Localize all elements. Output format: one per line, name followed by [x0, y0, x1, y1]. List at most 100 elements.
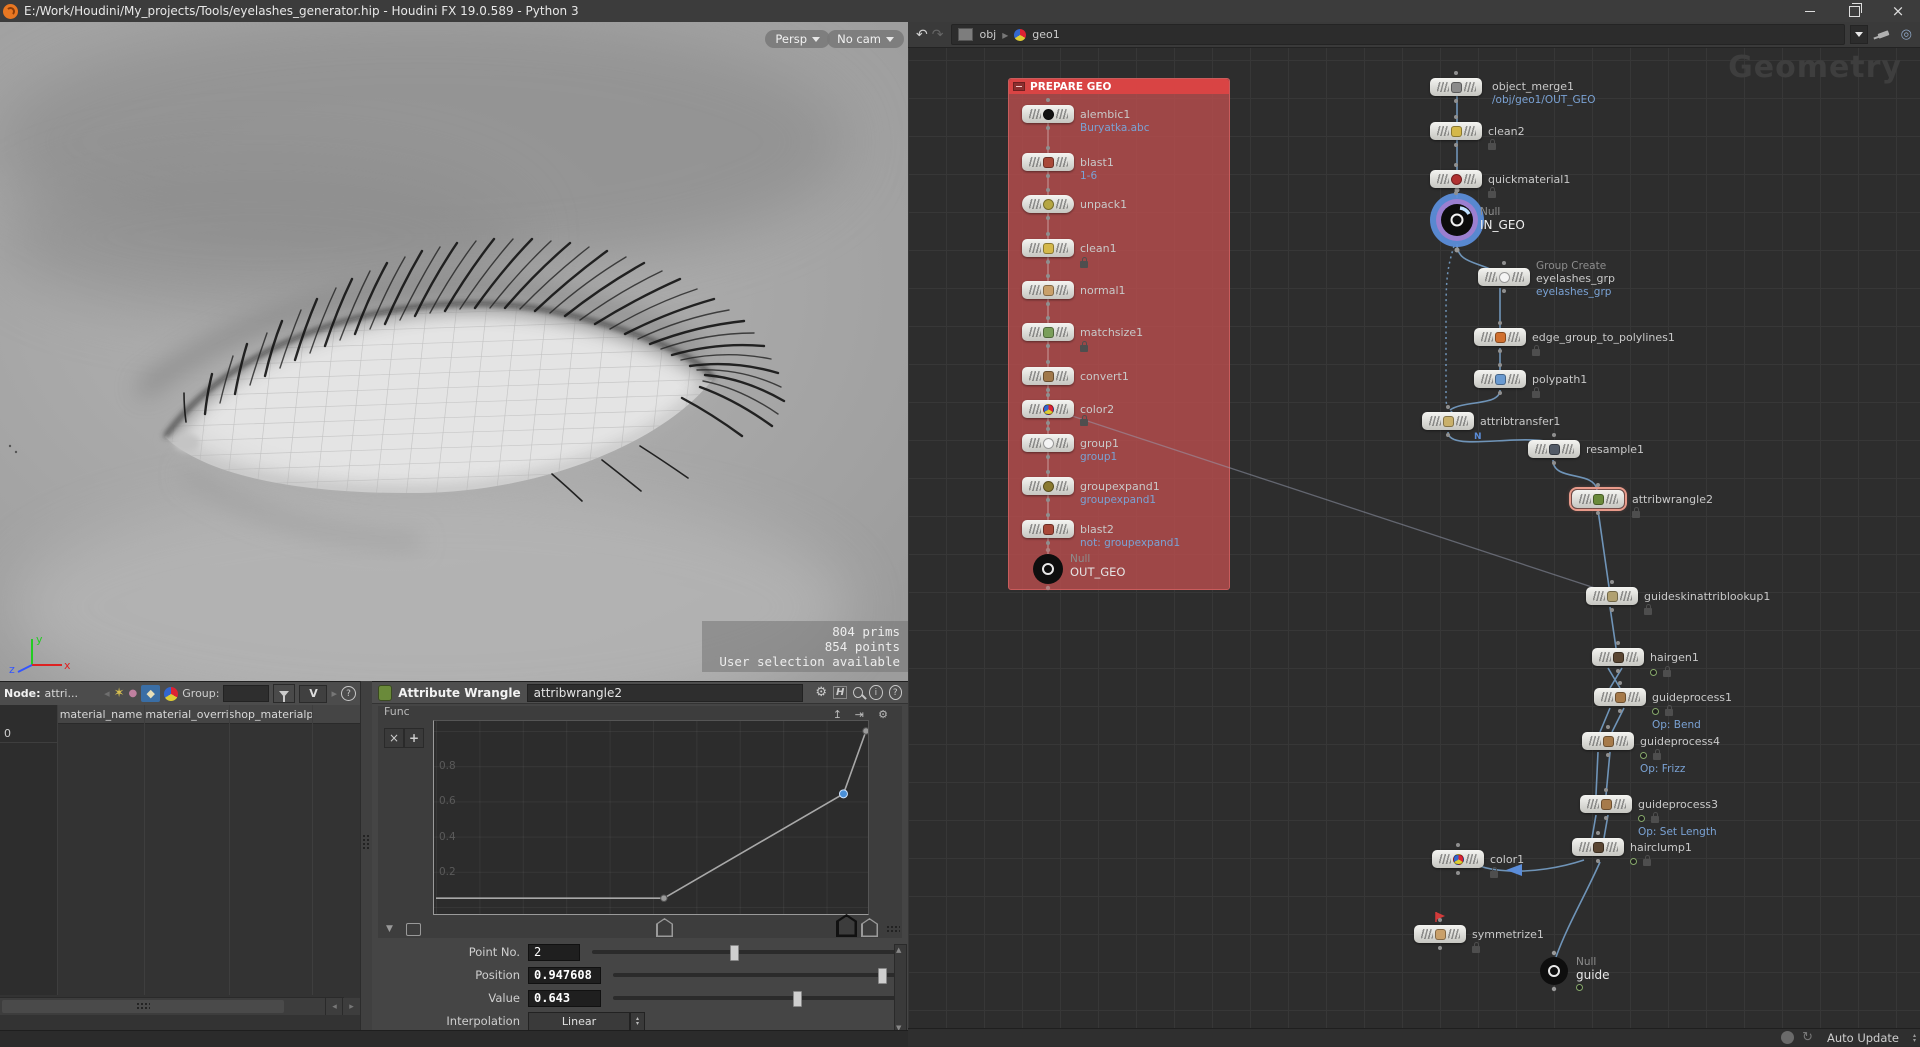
display-dot-icon[interactable] [1640, 752, 1647, 759]
node-guideprocess1[interactable] [1594, 688, 1646, 706]
ramp-collapse-icon[interactable]: ▼ [386, 924, 393, 934]
ramp-preset-icon[interactable] [406, 923, 421, 936]
resize-grip[interactable] [886, 925, 900, 934]
maximize-button[interactable] [1832, 0, 1876, 22]
node-guide[interactable]: guide [1576, 968, 1610, 982]
auto-update-select[interactable]: Auto Update [1821, 1031, 1905, 1045]
node-resample1[interactable] [1528, 440, 1580, 458]
ramp-handle[interactable] [861, 918, 878, 937]
gear-menu-icon[interactable]: ⚙ [815, 685, 827, 700]
perspective-menu-button[interactable]: Persp [765, 30, 830, 48]
group-input[interactable] [223, 685, 269, 702]
forward-icon[interactable]: ↷ [932, 27, 944, 43]
node-groupexpand1[interactable] [1022, 477, 1074, 495]
node-edge-group-to-polylines1[interactable] [1474, 328, 1526, 346]
value-slider[interactable] [613, 996, 898, 1000]
auto-update-spinner[interactable]: ▴▾ [1913, 1033, 1916, 1043]
node-unpack1[interactable] [1022, 195, 1074, 213]
position-input[interactable]: 0.947608 [528, 967, 601, 984]
node-out-geo[interactable]: OUT_GEO [1070, 565, 1125, 579]
interpolation-dropdown[interactable]: Linear [528, 1012, 630, 1031]
node-color2[interactable] [1022, 400, 1074, 418]
node-matchsize1[interactable] [1022, 323, 1074, 341]
interpolation-spinner[interactable]: ▴▾ [630, 1012, 645, 1031]
target-icon[interactable]: ◎ [1901, 27, 1912, 42]
points-mode-icon[interactable]: ✶ [114, 686, 125, 701]
scene-viewport[interactable]: Persp No cam 804 prims 854 points User s… [0, 22, 908, 681]
node-clean2[interactable] [1430, 122, 1482, 140]
close-button[interactable]: × [1876, 0, 1920, 22]
ramp-handle-selected[interactable] [836, 914, 857, 937]
breadcrumb-geo1[interactable]: geo1 [1032, 28, 1059, 41]
node-hairgen1[interactable] [1592, 648, 1644, 666]
node-symmetrize1[interactable] [1414, 925, 1466, 943]
point-no-slider[interactable] [592, 950, 898, 954]
help-icon[interactable]: ? [889, 685, 902, 700]
node-guideskinattriblookup1[interactable] [1586, 587, 1638, 605]
add-point-button[interactable]: + [404, 728, 424, 748]
param-label: Interpolation [372, 1014, 528, 1028]
display-dot-icon[interactable] [1638, 815, 1645, 822]
point-no-input[interactable]: 2 [528, 944, 580, 961]
vertex-mode-icon[interactable]: ● [129, 688, 138, 699]
play-icon[interactable]: ▸ [331, 687, 337, 700]
node-quickmaterial1[interactable] [1430, 170, 1482, 188]
cook-mode-icon[interactable] [1781, 1031, 1794, 1044]
value-input[interactable]: 0.643 [528, 990, 601, 1007]
node-color1[interactable] [1432, 850, 1484, 868]
breadcrumb-obj[interactable]: obj [979, 28, 996, 41]
back-icon[interactable]: ↶ [916, 27, 928, 43]
gear-icon[interactable]: ⚙ [878, 708, 888, 721]
node-value[interactable]: attri... [45, 687, 78, 700]
node-blast2[interactable] [1022, 520, 1074, 538]
camera-menu-button[interactable]: No cam [827, 30, 904, 48]
node-blast1[interactable] [1022, 153, 1074, 171]
vertical-scrollbar[interactable]: ▲ ▼ [894, 944, 907, 1034]
node-eyelashes-grp[interactable] [1478, 268, 1530, 286]
version-dropdown[interactable]: V [299, 685, 327, 703]
node-attribtransfer1[interactable] [1422, 412, 1474, 430]
help-icon[interactable]: ? [341, 686, 356, 701]
scrollbar-thumb[interactable] [2, 1000, 284, 1013]
node-group1[interactable] [1022, 434, 1074, 452]
splitter-grip[interactable] [362, 834, 371, 850]
network-path-field[interactable]: obj ▸ geo1 [951, 24, 1845, 45]
node-clean1[interactable] [1022, 239, 1074, 257]
row-index-cell[interactable]: 0 [4, 727, 11, 740]
node-object-merge1[interactable] [1430, 78, 1482, 96]
node-convert1[interactable] [1022, 367, 1074, 385]
display-dot-icon[interactable] [1650, 669, 1657, 676]
delete-point-button[interactable]: × [384, 728, 404, 748]
display-dot-icon[interactable] [1652, 708, 1659, 715]
node-guideprocess3[interactable] [1580, 795, 1632, 813]
node-attribwrangle2[interactable] [1572, 490, 1624, 508]
node-alembic1[interactable] [1022, 105, 1074, 123]
minimize-button[interactable] [1788, 0, 1832, 22]
detail-mode-icon[interactable] [164, 687, 178, 701]
node-guideprocess4[interactable] [1582, 732, 1634, 750]
position-slider[interactable] [613, 973, 898, 977]
node-in-geo[interactable]: IN_GEO [1480, 218, 1525, 232]
node-name-input[interactable]: attribwrangle2 [527, 684, 804, 702]
group-filter-button[interactable] [273, 684, 295, 703]
node-normal1[interactable] [1022, 281, 1074, 299]
refresh-icon[interactable]: ↻ [1802, 1030, 1813, 1045]
pin-icon[interactable] [1877, 30, 1889, 38]
node-hairclump1[interactable] [1572, 838, 1624, 856]
node-polypath1[interactable] [1474, 370, 1526, 388]
houdini-help-icon[interactable]: H [833, 686, 847, 699]
display-dot-icon[interactable] [1630, 858, 1637, 865]
ramp-graph[interactable]: 0.8 0.6 0.4 0.2 [433, 720, 869, 915]
network-editor[interactable]: Geometry ↶ ↷ obj ▸ geo1 ◎ PREPARE GEO [908, 22, 1920, 1046]
path-dropdown-button[interactable] [1850, 25, 1868, 44]
search-icon[interactable] [853, 687, 863, 698]
display-dot-icon[interactable] [1576, 984, 1583, 991]
prims-mode-icon[interactable]: ◆ [141, 685, 160, 702]
collapse-left-icon[interactable]: ◂ [104, 687, 110, 700]
info-icon[interactable]: i [869, 685, 882, 700]
scroll-right-button[interactable]: ▸ [342, 998, 360, 1015]
scroll-left-button[interactable]: ◂ [325, 998, 343, 1015]
horizontal-scrollbar[interactable] [0, 997, 344, 1015]
scroll-up-icon[interactable]: ▲ [896, 946, 901, 954]
ramp-handle[interactable] [656, 918, 673, 937]
